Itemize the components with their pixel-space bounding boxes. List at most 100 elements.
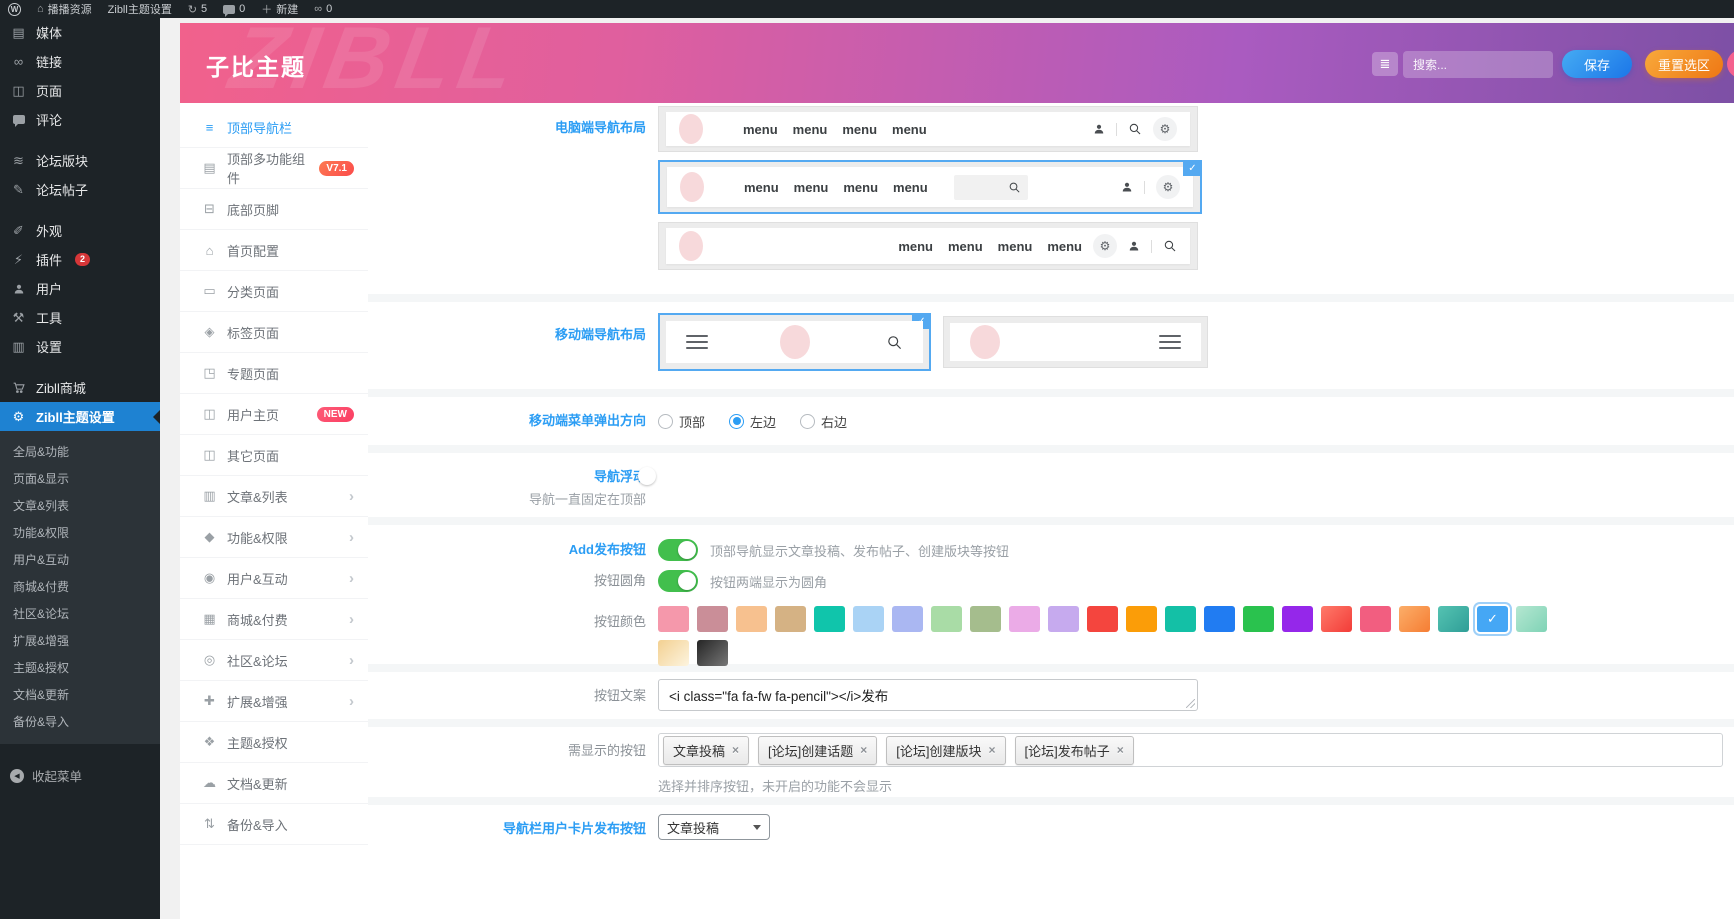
sidebar-item-comments[interactable]: 评论 — [0, 105, 160, 134]
nav-item-backup-import[interactable]: ⇅备份&导入 — [180, 804, 368, 845]
nav-item-tag-page[interactable]: ◈标签页面 — [180, 312, 368, 353]
submenu-item-docs-update[interactable]: 文档&更新 — [0, 681, 160, 708]
user-card-button-select[interactable]: 文章投稿 — [658, 814, 770, 840]
nav-item-user-homepage[interactable]: ◫用户主页NEW — [180, 394, 368, 435]
pc-layout-option-3[interactable]: menumenumenumenu ⚙ — [658, 222, 1198, 270]
tag-forum-create-topic[interactable]: [论坛]创建话题× — [758, 736, 877, 765]
new-content-link[interactable]: ＋新建 — [253, 0, 306, 18]
radio-option-right[interactable]: 右边 — [800, 412, 847, 431]
nav-group-extension[interactable]: ✚扩展&增强› — [180, 681, 368, 722]
sidebar-item-links[interactable]: ∞链接 — [0, 47, 160, 76]
submenu-item-community-forum[interactable]: 社区&论坛 — [0, 600, 160, 627]
nav-group-article-list[interactable]: ▥文章&列表› — [180, 476, 368, 517]
sidebar-item-zibll-shop[interactable]: Zibll商城 — [0, 373, 160, 402]
sidebar-item-appearance[interactable]: ✐外观 — [0, 216, 160, 245]
color-swatch[interactable] — [1360, 606, 1391, 632]
button-radius-toggle[interactable] — [658, 570, 698, 592]
nav-item-homepage[interactable]: ⌂首页配置 — [180, 230, 368, 271]
remove-tag-icon[interactable]: × — [860, 743, 867, 757]
submenu-item-user-interaction[interactable]: 用户&互动 — [0, 546, 160, 573]
color-swatch[interactable] — [658, 606, 689, 632]
mobile-layout-option-1-selected[interactable]: ✓ — [658, 313, 931, 371]
add-button-toggle[interactable] — [658, 539, 698, 561]
nav-group-shop-pay[interactable]: ▦商城&付费› — [180, 599, 368, 640]
site-home-link[interactable]: ⌂播播资源 — [29, 0, 100, 18]
radio-option-left[interactable]: 左边 — [729, 412, 776, 431]
reset-selection-button[interactable]: 重置选区 — [1645, 50, 1723, 78]
theme-settings-link[interactable]: Zibll主题设置 — [100, 0, 180, 18]
sidebar-item-tools[interactable]: ⚒工具 — [0, 303, 160, 332]
submenu-item-article-list[interactable]: 文章&列表 — [0, 492, 160, 519]
tag-forum-create-section[interactable]: [论坛]创建版块× — [886, 736, 1005, 765]
sidebar-item-plugins[interactable]: ⚡插件2 — [0, 245, 160, 274]
nav-item-category-page[interactable]: ▭分类页面 — [180, 271, 368, 312]
nav-item-topic-page[interactable]: ◳专题页面 — [180, 353, 368, 394]
sidebar-item-forum-sections[interactable]: ≋论坛版块 — [0, 146, 160, 175]
remove-tag-icon[interactable]: × — [732, 743, 739, 757]
remove-tag-icon[interactable]: × — [989, 743, 996, 757]
color-swatch[interactable] — [1282, 606, 1313, 632]
tag-forum-publish-post[interactable]: [论坛]发布帖子× — [1015, 736, 1134, 765]
color-swatch[interactable] — [775, 606, 806, 632]
sidebar-item-zibll-theme-settings[interactable]: ⚙Zibll主题设置 — [0, 402, 160, 431]
panel-toggle-button[interactable]: ≣ — [1372, 52, 1398, 76]
radio-option-top[interactable]: 顶部 — [658, 412, 705, 431]
color-swatch-selected[interactable]: ✓ — [1477, 606, 1508, 632]
submenu-item-global[interactable]: 全局&功能 — [0, 438, 160, 465]
color-swatch[interactable] — [1009, 606, 1040, 632]
color-swatch[interactable] — [970, 606, 1001, 632]
links-counter[interactable]: ∞0 — [306, 0, 340, 18]
save-button[interactable]: 保存 — [1562, 50, 1632, 78]
tag-article-submit[interactable]: 文章投稿× — [663, 736, 749, 765]
color-swatch[interactable] — [697, 640, 728, 666]
resize-grip[interactable] — [1186, 699, 1195, 708]
nav-item-other-pages[interactable]: ◫其它页面 — [180, 435, 368, 476]
submenu-item-theme-auth[interactable]: 主题&授权 — [0, 654, 160, 681]
color-swatch[interactable] — [814, 606, 845, 632]
color-swatch[interactable] — [1204, 606, 1235, 632]
nav-item-theme-auth[interactable]: ❖主题&授权 — [180, 722, 368, 763]
wp-logo-menu[interactable]: W — [0, 0, 29, 18]
submenu-item-backup-import[interactable]: 备份&导入 — [0, 708, 160, 735]
nav-item-docs-update[interactable]: ☁文档&更新 — [180, 763, 368, 804]
color-swatch[interactable] — [931, 606, 962, 632]
sortable-tag-container[interactable]: 文章投稿× [论坛]创建话题× [论坛]创建版块× [论坛]发布帖子× — [658, 733, 1723, 767]
color-swatch[interactable] — [1048, 606, 1079, 632]
color-swatch[interactable] — [1165, 606, 1196, 632]
nav-item-top-widget[interactable]: ▤顶部多功能组件V7.1 — [180, 148, 368, 189]
sidebar-item-forum-posts[interactable]: ✎论坛帖子 — [0, 175, 160, 204]
nav-item-footer[interactable]: ⊟底部页脚 — [180, 189, 368, 230]
color-swatch[interactable] — [736, 606, 767, 632]
partial-button[interactable] — [1727, 50, 1734, 78]
sidebar-item-pages[interactable]: ◫页面 — [0, 76, 160, 105]
nav-item-top-navbar[interactable]: ≡顶部导航栏 — [180, 107, 368, 148]
color-swatch[interactable] — [892, 606, 923, 632]
radio-icon[interactable] — [800, 414, 815, 429]
button-text-input[interactable] — [658, 679, 1198, 711]
submenu-item-function-permission[interactable]: 功能&权限 — [0, 519, 160, 546]
pc-layout-option-2-selected[interactable]: ✓ menumenumenumenu ⚙ — [658, 160, 1202, 214]
color-swatch[interactable] — [1126, 606, 1157, 632]
color-swatch[interactable] — [697, 606, 728, 632]
nav-group-community-forum[interactable]: ◎社区&论坛› — [180, 640, 368, 681]
color-swatch[interactable] — [1399, 606, 1430, 632]
color-swatch[interactable] — [1438, 606, 1469, 632]
submenu-item-page-display[interactable]: 页面&显示 — [0, 465, 160, 492]
nav-group-function-permission[interactable]: ◆功能&权限› — [180, 517, 368, 558]
color-swatch[interactable] — [1516, 606, 1547, 632]
collapse-menu-button[interactable]: ◀收起菜单 — [0, 757, 160, 785]
sidebar-item-settings[interactable]: ▥设置 — [0, 332, 160, 361]
color-swatch[interactable] — [658, 640, 689, 666]
color-swatch[interactable] — [853, 606, 884, 632]
search-input[interactable] — [1403, 51, 1553, 78]
comments-link[interactable]: 0 — [215, 0, 253, 18]
color-swatch[interactable] — [1087, 606, 1118, 632]
submenu-item-shop-pay[interactable]: 商城&付费 — [0, 573, 160, 600]
pc-layout-option-1[interactable]: menumenumenumenu ⚙ — [658, 106, 1198, 152]
color-swatch[interactable] — [1321, 606, 1352, 632]
sidebar-item-users[interactable]: 用户 — [0, 274, 160, 303]
sidebar-item-media[interactable]: ▤媒体 — [0, 18, 160, 47]
remove-tag-icon[interactable]: × — [1117, 743, 1124, 757]
radio-icon[interactable] — [658, 414, 673, 429]
radio-icon-selected[interactable] — [729, 414, 744, 429]
